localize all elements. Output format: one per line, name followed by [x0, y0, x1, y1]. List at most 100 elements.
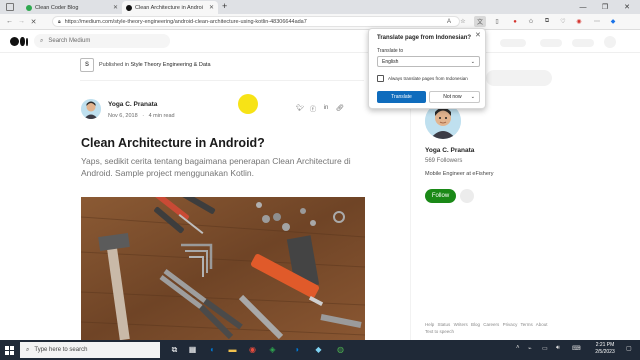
collections-icon[interactable]: ⧉ — [542, 16, 552, 27]
publication-prefix: Published in — [99, 62, 131, 68]
search-icon: ⌕ — [40, 37, 44, 44]
minimize-button[interactable]: — — [572, 0, 594, 14]
favorites-icon[interactable]: ✩ — [526, 16, 536, 27]
profile-icon[interactable]: ◉ — [574, 16, 584, 27]
subscribe-icon[interactable] — [460, 189, 474, 203]
translate-icon[interactable]: 文 — [474, 16, 486, 27]
footer-link-text-to-speech[interactable]: Text to speech — [425, 329, 454, 334]
translate-button[interactable]: Translate — [377, 91, 426, 103]
always-translate-option[interactable]: Always translate pages from Indonesian — [377, 75, 468, 82]
footer-link-about[interactable]: About — [536, 322, 548, 327]
address-bar[interactable]: 🔒︎ https://medium.com/style-theory-engin… — [52, 16, 460, 27]
linkedin-icon[interactable]: in — [322, 104, 330, 112]
language-select[interactable]: English ⌄ — [377, 56, 480, 67]
cursor-highlight — [238, 94, 258, 114]
browser-essentials-icon[interactable]: ♡ — [558, 16, 568, 27]
copilot-icon[interactable]: ◆ — [608, 16, 618, 27]
battery-icon[interactable]: ▭ — [542, 345, 548, 352]
extension-icon[interactable]: ● — [510, 16, 520, 27]
sidebar-footer-links: Help Status Writers Blog Careers Privacy… — [425, 321, 555, 335]
publication-line: S Published in Style Theory Engineering … — [80, 58, 211, 72]
url-text[interactable]: https://medium.com/style-theory-engineer… — [65, 19, 307, 25]
task-view-icon[interactable]: ⧉ — [168, 343, 181, 356]
header-placeholder-pill — [572, 39, 594, 47]
network-icon[interactable]: ⌁ — [528, 345, 532, 352]
close-tab-icon[interactable]: ✕ — [209, 4, 214, 11]
popup-title: Translate page from Indonesian? — [377, 35, 472, 41]
maximize-button[interactable]: ❐ — [594, 0, 616, 14]
language-indicator-icon[interactable]: ⌨︎ — [572, 345, 581, 352]
meta-separator: · — [142, 113, 145, 119]
search-input[interactable]: ⌕ Search Medium — [34, 34, 170, 48]
author-avatar[interactable] — [81, 99, 101, 119]
always-translate-checkbox[interactable] — [377, 75, 384, 82]
taskbar-clock[interactable]: 2:21 PM 2/5/2023 — [588, 342, 622, 356]
not-now-button[interactable]: Not now ⌄ — [429, 91, 480, 103]
author-name[interactable]: Yoga C. Pranata — [108, 101, 157, 108]
medium-favicon-icon — [126, 4, 132, 11]
header-placeholder-pill — [540, 39, 562, 47]
stop-loading-icon[interactable]: ✕ — [28, 16, 39, 27]
post-meta: Nov 6, 2018 · 4 min read — [108, 113, 175, 119]
tray-chevron-icon[interactable]: ˄ — [516, 345, 520, 351]
footer-link-careers[interactable]: Careers — [483, 322, 499, 327]
tab-clean-architecture[interactable]: Clean Architecture in Android? | S ✕ — [122, 1, 218, 14]
footer-link-writers[interactable]: Writers — [454, 322, 468, 327]
close-window-button[interactable]: ✕ — [616, 0, 638, 14]
facebook-icon[interactable]: ⓕ — [309, 104, 317, 113]
post-date: Nov 6, 2018 — [108, 113, 138, 119]
clock-date: 2/5/2023 — [595, 349, 615, 355]
popup-close-icon[interactable]: ✕ — [475, 31, 481, 39]
tab-title: Clean Architecture in Android? | S — [135, 4, 203, 11]
hero-image — [81, 197, 365, 340]
back-icon[interactable]: ← — [4, 16, 15, 27]
footer-link-help[interactable]: Help — [425, 322, 434, 327]
publication-link[interactable]: Style Theory Engineering & Data — [131, 62, 211, 68]
read-aloud-icon[interactable]: A — [444, 16, 454, 27]
sidebar-author-name[interactable]: Yoga C. Pranata — [425, 147, 474, 154]
app-icon[interactable]: ◈ — [266, 343, 279, 356]
sidebar-placeholder-pill — [486, 70, 552, 86]
chrome-icon[interactable]: ◉ — [246, 343, 259, 356]
split-screen-icon[interactable]: ▯ — [492, 16, 502, 27]
followers-count[interactable]: 569 Followers — [425, 158, 462, 164]
app-icon[interactable]: ◆ — [312, 343, 325, 356]
taskbar-search[interactable]: ⌕ Type here to search — [20, 342, 160, 358]
medium-logo[interactable] — [10, 37, 28, 46]
follow-button[interactable]: Follow — [425, 189, 456, 203]
search-icon: ⌕ — [26, 346, 30, 353]
edge-active-icon[interactable]: ◑ — [290, 343, 303, 356]
lock-icon: 🔒︎ — [58, 18, 61, 25]
forward-icon[interactable]: → — [16, 16, 27, 27]
start-button[interactable] — [0, 340, 18, 360]
checkbox-label: Always translate pages from Indonesian — [388, 76, 468, 81]
chevron-down-icon: ⌄ — [470, 58, 475, 65]
favorites-star-icon[interactable]: ☆ — [458, 16, 468, 27]
header-placeholder-pill — [500, 39, 526, 47]
close-tab-icon[interactable]: ✕ — [113, 4, 118, 11]
workspaces-icon[interactable] — [6, 3, 14, 11]
footer-link-privacy[interactable]: Privacy — [503, 322, 518, 327]
publication-logo[interactable]: S — [80, 58, 94, 72]
edge-icon[interactable]: ◐ — [206, 343, 219, 356]
copy-link-icon[interactable]: 🔗︎ — [336, 104, 344, 112]
new-tab-button[interactable]: + — [222, 1, 227, 11]
tab-clean-coder-blog[interactable]: Clean Coder Blog ✕ — [22, 1, 122, 14]
more-options-icon[interactable]: ⋯ — [592, 16, 602, 27]
translate-popup: Translate page from Indonesian? ✕ Transl… — [368, 28, 486, 109]
footer-link-status[interactable]: Status — [438, 322, 451, 327]
header-avatar-placeholder[interactable] — [604, 36, 616, 48]
widgets-icon[interactable]: ▦ — [186, 343, 199, 356]
windows-icon — [4, 345, 14, 355]
chevron-down-icon[interactable]: ⌄ — [471, 94, 475, 100]
notifications-icon[interactable]: ▢ — [626, 345, 632, 352]
twitter-icon[interactable]: 🐦︎ — [296, 104, 304, 112]
favicon-icon — [26, 4, 32, 11]
app-icon[interactable]: ◍ — [334, 343, 347, 356]
footer-link-blog[interactable]: Blog — [471, 322, 480, 327]
footer-link-terms[interactable]: Terms — [521, 322, 533, 327]
volume-icon[interactable]: 🔊︎ — [556, 345, 560, 352]
article-subtitle: Yaps, sedikit cerita tentang bagaimana p… — [81, 156, 351, 178]
file-explorer-icon[interactable]: ▬ — [226, 343, 239, 356]
article-title: Clean Architecture in Android? — [81, 136, 265, 150]
